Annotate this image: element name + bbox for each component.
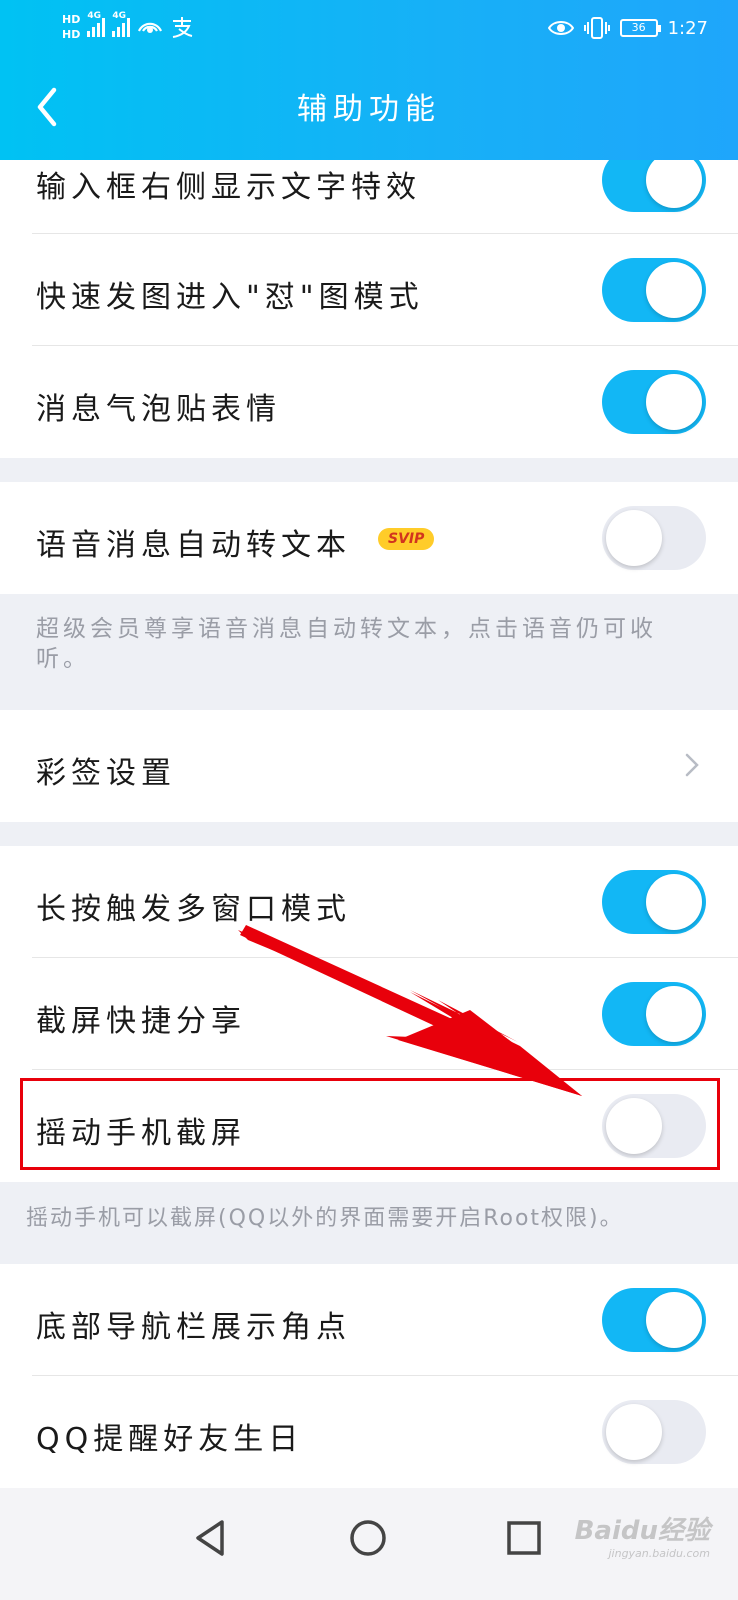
status-bar: HD HD 4G 4G 36 1:27: [0, 0, 738, 58]
nav-dot-toggle[interactable]: [602, 1288, 706, 1352]
header-bar: HD HD 4G 4G 36 1:27 辅助功能: [0, 0, 738, 160]
shake-note: 摇动手机可以截屏(QQ以外的界面需要开启Root权限)。: [26, 1206, 624, 1231]
watermark: Baidu经验 jingyan.baidu.com: [575, 1510, 710, 1560]
hotspot-icon: [138, 22, 163, 33]
setting-label: 摇动手机截屏: [36, 1116, 246, 1151]
setting-row-nav-dot[interactable]: 底部导航栏展示角点: [0, 1264, 738, 1376]
alipay-icon: [173, 17, 193, 38]
clock: 1:27: [667, 17, 708, 39]
hd-indicator: HD: [62, 13, 81, 26]
setting-row-input-effect[interactable]: 输入框右侧显示文字特效: [0, 148, 738, 234]
birthday-toggle[interactable]: [602, 1400, 706, 1464]
screenshot-share-toggle[interactable]: [602, 982, 706, 1046]
network-type-label: 4G: [87, 11, 101, 21]
setting-row-fast-image[interactable]: 快速发图进入"怼"图模式: [0, 234, 738, 346]
nav-back-button[interactable]: [182, 1508, 242, 1568]
svip-badge: SVIP: [378, 528, 435, 550]
setting-label: 底部导航栏展示角点: [36, 1310, 351, 1345]
watermark-url: jingyan.baidu.com: [608, 1547, 710, 1560]
triangle-back-icon: [196, 1520, 224, 1556]
setting-label: 输入框右侧显示文字特效: [36, 170, 421, 205]
setting-label: QQ提醒好友生日: [36, 1422, 304, 1457]
page-title: 辅助功能: [297, 92, 441, 127]
eye-icon: [547, 21, 574, 35]
setting-label: 彩签设置: [36, 756, 176, 791]
setting-label: 截屏快捷分享: [36, 1004, 246, 1039]
network-type-label: 4G: [112, 11, 126, 21]
chevron-right-icon: [685, 753, 699, 777]
square-recents-icon: [507, 1521, 541, 1555]
setting-row-tag-settings[interactable]: 彩签设置: [0, 710, 738, 822]
fast-image-toggle[interactable]: [602, 258, 706, 322]
setting-label: 长按触发多窗口模式: [36, 892, 351, 927]
vibrate-icon: [583, 17, 610, 39]
setting-row-screenshot-share[interactable]: 截屏快捷分享: [0, 958, 738, 1070]
battery-icon: 36: [619, 19, 661, 37]
setting-row-multi-window[interactable]: 长按触发多窗口模式: [0, 846, 738, 958]
multi-window-toggle[interactable]: [602, 870, 706, 934]
nav-recents-button[interactable]: [494, 1508, 554, 1568]
circle-home-icon: [350, 1520, 386, 1556]
setting-row-bubble-sticker[interactable]: 消息气泡贴表情: [0, 346, 738, 458]
setting-label: 快速发图进入"怼"图模式: [36, 280, 424, 315]
voice-to-text-toggle[interactable]: [602, 506, 706, 570]
setting-row-shake-screenshot[interactable]: 摇动手机截屏: [0, 1070, 738, 1182]
setting-row-birthday[interactable]: QQ提醒好友生日: [0, 1376, 738, 1488]
setting-label: 消息气泡贴表情: [36, 392, 281, 427]
battery-level: 36: [631, 21, 646, 34]
voice-note: 超级会员尊享语音消息自动转文本，点击语音仍可收听。: [36, 616, 657, 672]
nav-home-button[interactable]: [338, 1508, 398, 1568]
shake-screenshot-toggle[interactable]: [602, 1094, 706, 1158]
setting-label: 语音消息自动转文本: [36, 528, 351, 563]
hd-indicator: HD: [62, 28, 81, 41]
watermark-brand: Baidu经验: [574, 1516, 710, 1546]
signal-icon: 4G: [112, 11, 131, 37]
setting-row-voice-to-text[interactable]: 语音消息自动转文本 SVIP: [0, 482, 738, 594]
bubble-sticker-toggle[interactable]: [602, 370, 706, 434]
signal-icon: 4G: [87, 11, 106, 37]
